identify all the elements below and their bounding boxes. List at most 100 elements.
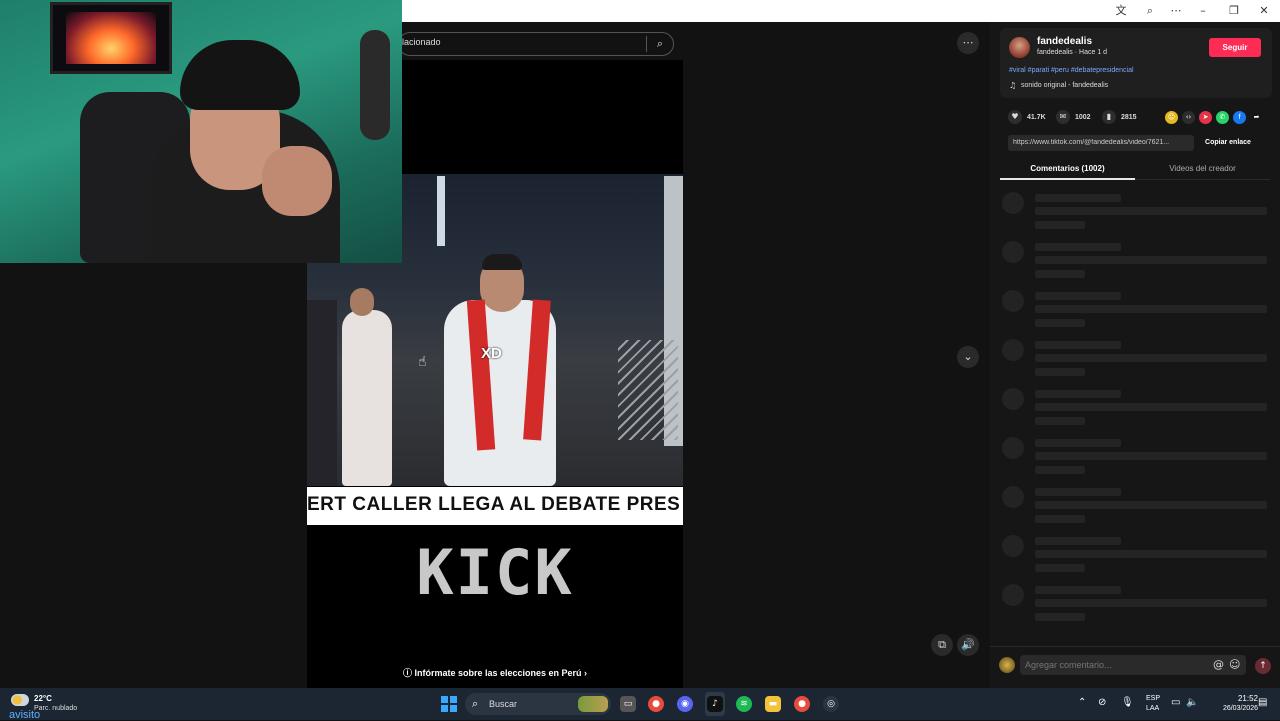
- likes-count: 41.7K: [1027, 114, 1046, 121]
- notifications-icon[interactable]: ▤: [1258, 697, 1267, 708]
- search-highlight-art: [578, 696, 608, 712]
- facebook-icon[interactable]: f: [1233, 111, 1246, 124]
- comment-skeleton-avatar: [1002, 437, 1024, 459]
- webcam-fist: [262, 146, 332, 216]
- more-icon[interactable]: ⋯: [1168, 3, 1184, 19]
- share-arrow-icon[interactable]: ➦: [1250, 111, 1263, 124]
- pip-button[interactable]: ⧉: [931, 634, 953, 656]
- bookmark-icon[interactable]: ▮: [1102, 110, 1116, 124]
- comment-skeleton-line: [1035, 417, 1085, 425]
- comment-skeleton-line: [1035, 403, 1267, 411]
- pointer-icon: ☝: [418, 354, 427, 370]
- comment-skeleton-line: [1035, 256, 1267, 264]
- mention-icon[interactable]: @: [1213, 658, 1224, 671]
- obs-icon[interactable]: ◎: [823, 696, 839, 712]
- comment-skeleton-avatar: [1002, 241, 1024, 263]
- weather-condition[interactable]: Parc. nublado: [34, 705, 77, 712]
- language-indicator[interactable]: ESP: [1146, 695, 1160, 702]
- comment-skeleton-line: [1035, 368, 1085, 376]
- next-video-button[interactable]: ⌄: [957, 346, 979, 368]
- scene-person-main-hair: [482, 254, 522, 270]
- music-title[interactable]: sonido original - fandedealis: [1021, 82, 1108, 89]
- comments-count: 1002: [1075, 114, 1091, 121]
- comment-skeleton-line: [1035, 305, 1267, 313]
- tab-comments[interactable]: Comentarios (1002): [1000, 160, 1135, 180]
- search-input[interactable]: lacionado: [402, 37, 441, 47]
- comment-icon[interactable]: ✉: [1056, 110, 1070, 124]
- zoom-icon[interactable]: ⌕: [1142, 3, 1158, 19]
- volume-button[interactable]: 🔊: [957, 634, 979, 656]
- hashtags[interactable]: #viral #parati #peru #debatepresidencial: [1009, 67, 1134, 74]
- heart-icon[interactable]: ♥: [1008, 110, 1022, 124]
- clock-date[interactable]: 26/03/2026: [1208, 705, 1258, 712]
- restore-icon[interactable]: ❐: [1226, 3, 1242, 19]
- comment-skeleton-line: [1035, 194, 1121, 202]
- emoji-icon[interactable]: ☺: [1229, 658, 1240, 671]
- clock-time[interactable]: 21:52: [1218, 694, 1258, 703]
- microphone-icon[interactable]: 🎙: [1121, 697, 1134, 708]
- video-watermark: KICK: [416, 536, 574, 609]
- search-icon[interactable]: ⌕: [652, 36, 668, 52]
- taskbar-search-label: Buscar: [489, 699, 518, 709]
- layout-indicator[interactable]: LAA: [1146, 705, 1159, 712]
- embed-icon[interactable]: ‹›: [1182, 111, 1195, 124]
- tiktok-icon[interactable]: ♪: [707, 696, 723, 712]
- send-comment-button[interactable]: ↑: [1255, 658, 1271, 674]
- comment-skeleton-line: [1035, 341, 1121, 349]
- creator-username[interactable]: fandedealis: [1037, 36, 1092, 47]
- speaker-icon[interactable]: 🔈: [1186, 697, 1198, 708]
- send-friend-icon[interactable]: ➤: [1199, 111, 1212, 124]
- comment-skeleton-avatar: [1002, 486, 1024, 508]
- comment-skeleton-avatar: [1002, 584, 1024, 606]
- comment-skeleton-avatar: [1002, 535, 1024, 557]
- spotify-icon[interactable]: ≋: [736, 696, 752, 712]
- copy-link-button[interactable]: Copiar enlace: [1195, 135, 1261, 151]
- comment-skeleton-line: [1035, 221, 1085, 229]
- comment-skeleton-line: [1035, 466, 1085, 474]
- stream-overlay-text: avisito: [9, 709, 41, 721]
- start-button[interactable]: [441, 696, 457, 712]
- share-emoji-icon[interactable]: ☺: [1165, 111, 1178, 124]
- follow-button[interactable]: Seguir: [1209, 38, 1261, 57]
- comment-skeleton-line: [1035, 319, 1085, 327]
- comment-skeleton-avatar: [1002, 388, 1024, 410]
- more-options-button[interactable]: ⋯: [957, 32, 979, 54]
- comment-skeleton-line: [1035, 243, 1121, 251]
- weather-temperature[interactable]: 22°C: [34, 694, 52, 703]
- display-icon[interactable]: ▭: [1171, 697, 1180, 708]
- video-caption: ERT CALLER LLEGA AL DEBATE PRES: [307, 494, 681, 515]
- minimize-icon[interactable]: –: [1195, 3, 1211, 19]
- saves-count: 2815: [1121, 114, 1137, 121]
- music-note-icon: ♫: [1009, 81, 1017, 90]
- close-icon[interactable]: ✕: [1256, 3, 1272, 19]
- chrome-icon[interactable]: ●: [648, 696, 664, 712]
- discord-icon[interactable]: ◉: [677, 696, 693, 712]
- whatsapp-icon[interactable]: ✆: [1216, 111, 1229, 124]
- scene-person-woman-head: [350, 288, 374, 316]
- weather-icon[interactable]: [11, 694, 29, 706]
- video-overlay-text: XD: [481, 345, 502, 362]
- task-view-icon[interactable]: ▭: [620, 696, 636, 712]
- comment-skeleton-line: [1035, 537, 1121, 545]
- creator-avatar[interactable]: [1009, 37, 1030, 58]
- comment-skeleton-line: [1035, 207, 1267, 215]
- comment-skeleton-line: [1035, 292, 1121, 300]
- scene-person-woman: [342, 310, 392, 486]
- scene-fence: [618, 340, 678, 440]
- show-hidden-icons[interactable]: ⌃: [1078, 697, 1086, 708]
- scene-pole: [437, 176, 445, 246]
- comment-skeleton-line: [1035, 390, 1121, 398]
- elections-info-link[interactable]: ⓘ Infórmate sobre las elecciones en Perú…: [307, 666, 683, 679]
- webcam-guitar: [360, 30, 390, 140]
- tab-creator-videos[interactable]: Videos del creador: [1135, 160, 1270, 180]
- network-off-icon[interactable]: ⊘: [1098, 697, 1106, 708]
- taskbar-search-icon: ⌕: [472, 697, 479, 710]
- chrome-profile-icon[interactable]: ●: [794, 696, 810, 712]
- comment-skeleton-avatar: [1002, 290, 1024, 312]
- comment-skeleton-line: [1035, 550, 1267, 558]
- file-explorer-icon[interactable]: ▬: [765, 696, 781, 712]
- user-avatar: [999, 657, 1015, 673]
- webcam-tv-screen: [66, 12, 156, 64]
- translate-icon[interactable]: 文: [1113, 3, 1129, 19]
- video-link[interactable]: https://www.tiktok.com/@fandedealis/vide…: [1013, 139, 1193, 146]
